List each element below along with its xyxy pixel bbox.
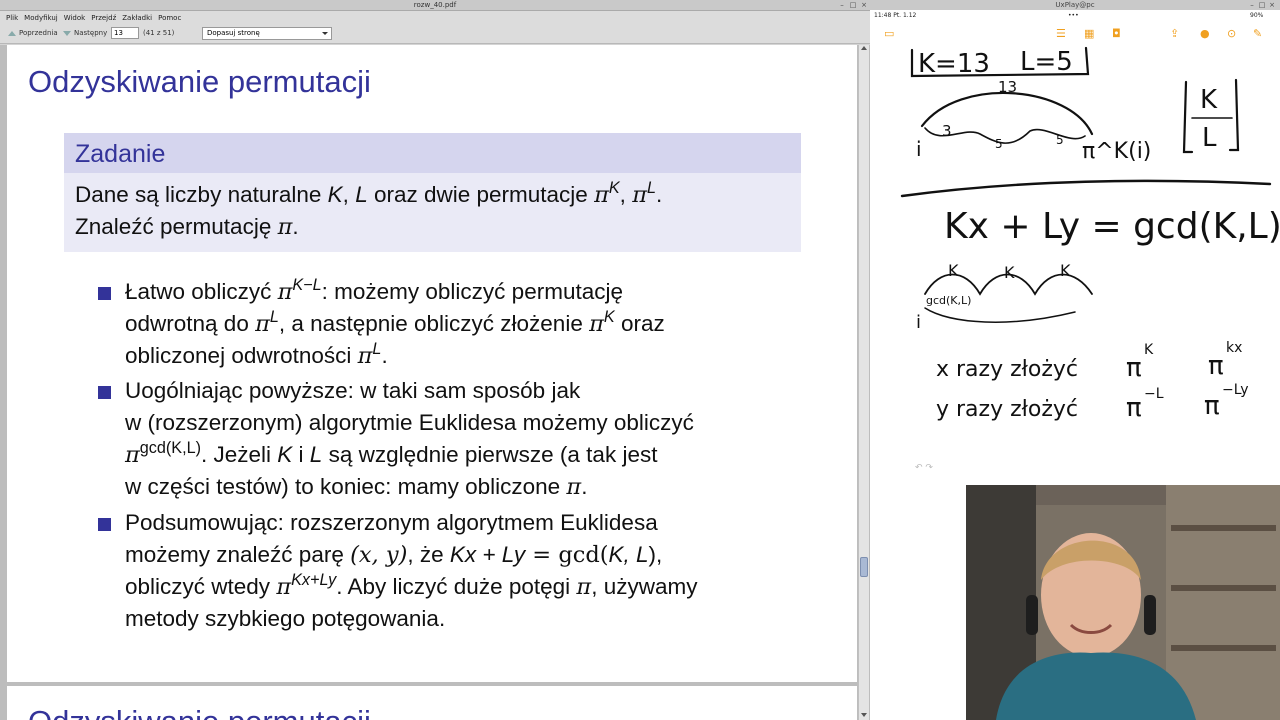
pdf-titlebar: rozw_40.pdf – □ × <box>0 0 870 11</box>
table-icon[interactable]: ▦ <box>1084 28 1094 40</box>
scrollbar-thumb[interactable] <box>860 557 868 577</box>
hw-5a: 5 <box>995 137 1003 151</box>
arrow-up-icon <box>8 31 16 36</box>
hw-frac-l: L <box>1202 123 1217 153</box>
next-page-label: Następny <box>74 29 108 37</box>
divider-stroke <box>900 179 1272 198</box>
hw-x-line: x razy złożyć <box>936 357 1078 382</box>
hw-pi-l-sup: −L <box>1144 386 1164 402</box>
hw-pi-kx: π <box>1208 351 1224 381</box>
hw-arc-13: 13 <box>998 78 1017 96</box>
bullet-text-1: Łatwo obliczyć πK−L: możemy obliczyć per… <box>125 276 665 369</box>
menu-zakladki[interactable]: Zakładki <box>122 12 152 24</box>
hw-gcd-label: gcd(K,L) <box>926 294 971 307</box>
checklist-icon[interactable]: ☰ <box>1056 28 1066 40</box>
pdf-next-page: Odzyskiwanie permutacji <box>7 686 857 720</box>
floor-right <box>1228 78 1240 152</box>
hw-frac-k: K <box>1200 85 1218 115</box>
close-icon[interactable]: × <box>860 1 868 9</box>
minimize-icon[interactable]: – <box>838 1 846 9</box>
minimize-icon[interactable]: – <box>1248 1 1256 9</box>
previous-page-button[interactable]: Poprzednia <box>8 28 58 39</box>
pdf-document-view[interactable]: Odzyskiwanie permutacji Zadanie Dane są … <box>0 45 870 720</box>
task-block-title: Zadanie <box>75 140 166 168</box>
task-line-2: Znaleźć permutację π. <box>75 214 299 240</box>
menu-widok[interactable]: Widok <box>64 12 86 24</box>
notes-mirror-window: UxPlay@pc – □ × 11:48 Pt. 1.12 ••• 90% ▭… <box>870 0 1280 553</box>
pdf-viewer-window: rozw_40.pdf – □ × Plik Modyfikuj Widok P… <box>0 0 870 720</box>
pen-tool-icon[interactable]: ● <box>1200 28 1210 40</box>
hw-i2: i <box>916 312 921 333</box>
hw-pi-ly-sup: −Ly <box>1222 382 1249 398</box>
task-line-1: Dane są liczby naturalne K, L oraz dwie … <box>75 179 663 208</box>
hw-pi-k: π <box>1126 353 1142 383</box>
task-block-header: Zadanie <box>64 133 801 173</box>
chevron-down-icon <box>322 32 328 35</box>
vertical-scrollbar[interactable] <box>858 45 869 720</box>
page-number-input[interactable]: 13 <box>111 27 139 39</box>
maximize-icon[interactable]: □ <box>1258 1 1266 9</box>
handwriting-canvas[interactable]: K=13 L=5 13 i 3 5 5 π^K(i) K L Kx + Ly =… <box>870 46 1280 553</box>
compose-icon[interactable]: ✎ <box>1253 28 1262 40</box>
notes-toolbar: ▭ ☰ ▦ ◘ ⇪ ● ⊙ ✎ <box>870 22 1280 46</box>
sidebar-icon[interactable]: ▭ <box>884 28 894 40</box>
share-icon[interactable]: ⇪ <box>1170 28 1179 40</box>
hw-y-line: y razy złożyć <box>936 397 1078 422</box>
previous-page-label: Poprzednia <box>19 29 58 37</box>
menu-modyfikuj[interactable]: Modyfikuj <box>24 12 58 24</box>
camera-icon[interactable]: ◘ <box>1112 28 1121 40</box>
floor-left <box>1182 80 1194 154</box>
page-count: (41 z 51) <box>143 29 175 37</box>
hw-equation: Kx + Ly = gcd(K,L) <box>944 206 1280 247</box>
hw-k2: K <box>1004 263 1015 282</box>
next-page-button[interactable]: Następny <box>63 28 107 39</box>
hw-pi-k-i: π^K(i) <box>1082 139 1151 164</box>
hw-pi-k-sup: K <box>1144 342 1154 358</box>
slide-title: Odzyskiwanie permutacji <box>28 64 371 99</box>
menu-przejdz[interactable]: Przejdź <box>91 12 116 24</box>
hw-pi-ly: π <box>1204 391 1220 421</box>
hw-l-eq: L=5 <box>1020 47 1073 77</box>
menu-pomoc[interactable]: Pomoc <box>158 12 181 24</box>
hw-i: i <box>916 137 922 161</box>
hw-k-eq: K=13 <box>918 49 990 79</box>
hw-k3: K <box>1060 261 1071 280</box>
arrow-down-icon <box>63 31 71 36</box>
webcam-feed <box>966 485 1280 720</box>
more-dots-icon: ••• <box>1068 12 1079 19</box>
chain-bottom <box>924 307 1076 323</box>
menu-plik[interactable]: Plik <box>6 12 18 24</box>
status-time: 11:48 Pt. 1.12 <box>874 12 917 19</box>
pdf-toolbar: Poprzednia Następny 13 (41 z 51) Dopasuj… <box>0 24 870 44</box>
bullet-square-icon <box>98 287 111 300</box>
pdf-page: Odzyskiwanie permutacji Zadanie Dane są … <box>7 45 857 682</box>
scroll-down-icon[interactable] <box>861 713 867 717</box>
next-slide-title: Odzyskiwanie permutacji <box>28 704 371 720</box>
zoom-select[interactable]: Dopasuj stronę <box>202 27 332 40</box>
close-icon[interactable]: × <box>1268 1 1276 9</box>
maximize-icon[interactable]: □ <box>849 1 857 9</box>
webcam-image <box>966 485 1280 720</box>
hw-3: 3 <box>942 122 952 140</box>
task-block: Zadanie Dane są liczby naturalne K, L or… <box>64 133 801 252</box>
more-icon[interactable]: ⊙ <box>1227 28 1236 40</box>
bullet-square-icon <box>98 518 111 531</box>
bullet-text-2: Uogólniając powyższe: w taki sam sposób … <box>125 378 694 500</box>
menu-bar: Plik Modyfikuj Widok Przejdź Zakładki Po… <box>0 11 870 24</box>
zoom-select-value: Dopasuj stronę <box>207 29 260 37</box>
undo-redo-buttons[interactable]: ↶ ↷ <box>915 463 933 473</box>
bullet-square-icon <box>98 386 111 399</box>
notes-window-title: UxPlay@pc <box>1055 1 1095 9</box>
scroll-up-icon[interactable] <box>861 46 867 50</box>
bullet-text-3: Podsumowując: rozszerzonym algorytmem Eu… <box>125 510 698 631</box>
battery-level: 90% <box>1250 12 1264 19</box>
window-title: rozw_40.pdf <box>413 1 457 9</box>
ipad-status-bar: 11:48 Pt. 1.12 ••• 90% <box>870 10 1280 22</box>
hw-k1: K <box>948 261 959 280</box>
hw-5b: 5 <box>1056 133 1064 147</box>
task-block-body: Dane są liczby naturalne K, L oraz dwie … <box>75 179 795 243</box>
notes-titlebar: UxPlay@pc – □ × <box>870 0 1280 10</box>
hw-pi-l: π <box>1126 393 1142 423</box>
hw-pi-kx-sup: kx <box>1226 340 1242 356</box>
